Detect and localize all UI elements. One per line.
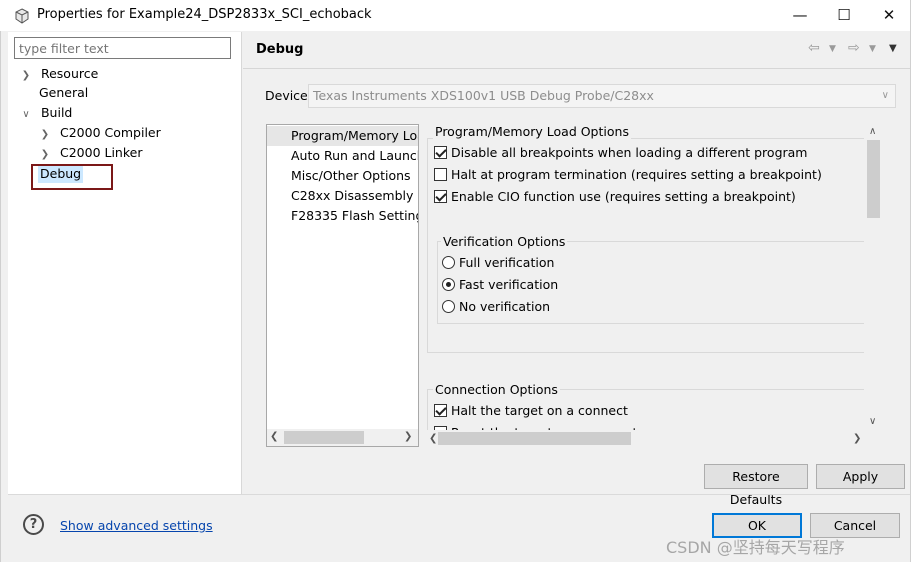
device-label: Device (265, 88, 308, 103)
help-icon[interactable]: ? (23, 514, 44, 535)
radio-off-icon[interactable] (442, 300, 455, 313)
minimize-button[interactable]: — (786, 4, 814, 26)
list-item-disassembly[interactable]: C28xx Disassembly Style (267, 186, 418, 206)
list-item-flash-settings[interactable]: F28335 Flash Settings (267, 206, 418, 226)
page-title: Debug (256, 42, 304, 57)
group-border (437, 323, 864, 324)
vertical-scroll-thumb[interactable] (867, 140, 880, 218)
scroll-left-icon[interactable]: ❮ (270, 431, 278, 442)
radio-full-verification[interactable]: Full verification (442, 254, 554, 272)
chevron-right-icon[interactable]: ❯ (39, 145, 51, 165)
header-divider (243, 68, 910, 69)
back-menu-icon[interactable]: ▼ (829, 44, 836, 54)
radio-off-icon[interactable] (442, 256, 455, 269)
device-value: Texas Instruments XDS100v1 USB Debug Pro… (313, 88, 654, 103)
chevron-down-icon[interactable]: ∨ (882, 85, 889, 107)
forward-arrow-icon[interactable]: ⇨ (848, 40, 860, 56)
list-item-misc[interactable]: Misc/Other Options (267, 166, 418, 186)
watermark-text: CSDN @坚持每天写程序 (666, 538, 845, 557)
radio-fast-verification[interactable]: Fast verification (442, 276, 558, 294)
restore-defaults-button[interactable]: Restore Defaults (704, 464, 808, 507)
tree-item-label: Build (40, 105, 73, 120)
radio-on-icon[interactable] (442, 278, 455, 291)
device-dropdown[interactable]: Texas Instruments XDS100v1 USB Debug Pro… (308, 84, 896, 108)
checkbox-halt-on-connect[interactable]: Halt the target on a connect (434, 402, 628, 420)
group-border (437, 241, 438, 323)
app-icon (15, 8, 29, 24)
list-scroll-thumb[interactable] (284, 431, 364, 444)
options-detail-panel: Program/Memory Load Options Disable all … (427, 124, 882, 447)
chevron-down-icon[interactable]: ∨ (20, 105, 32, 125)
checkbox-checked-icon[interactable] (434, 146, 447, 159)
options-category-list[interactable]: Program/Memory Load Options Auto Run and… (266, 124, 419, 447)
radio-label: No verification (459, 299, 551, 314)
window-title: Properties for Example24_DSP2833x_SCI_ec… (37, 7, 372, 22)
annotation-highlight-box (31, 164, 113, 190)
forward-menu-icon[interactable]: ▼ (869, 44, 876, 54)
tree-item-label: Resource (40, 66, 99, 81)
group-border (427, 352, 864, 353)
group-border (427, 138, 428, 352)
tree-item-label: C2000 Compiler (59, 125, 161, 140)
chevron-right-icon[interactable]: ❯ (20, 66, 32, 86)
checkbox-label: Enable CIO function use (requires settin… (451, 189, 796, 204)
back-arrow-icon[interactable]: ⇦ (808, 40, 820, 56)
group-title-connection: Connection Options (433, 382, 560, 397)
show-advanced-settings-link[interactable]: Show advanced settings (60, 518, 213, 533)
tree-item-label: C2000 Linker (59, 145, 143, 160)
radio-label: Fast verification (459, 277, 559, 292)
group-title-verification: Verification Options (441, 234, 568, 249)
radio-label: Full verification (459, 255, 555, 270)
footer-divider (8, 494, 910, 495)
scroll-right-icon[interactable]: ❯ (404, 431, 412, 442)
view-menu-icon[interactable]: ▼ (889, 43, 897, 54)
tree-item-c2000-compiler[interactable]: ❯ C2000 Compiler (39, 123, 161, 143)
checkbox-label: Halt the target on a connect (451, 403, 628, 418)
scroll-down-icon[interactable]: ∨ (869, 416, 876, 427)
group-title-load: Program/Memory Load Options (433, 124, 631, 139)
tree-item-general[interactable]: General (39, 83, 88, 103)
list-item-auto-run[interactable]: Auto Run and Launch Options (267, 146, 418, 166)
background-window-edge (910, 0, 920, 562)
maximize-button[interactable]: ☐ (830, 4, 858, 26)
checkbox-checked-icon[interactable] (434, 190, 447, 203)
tree-item-build[interactable]: ∨ Build (20, 103, 72, 123)
filter-input[interactable] (14, 37, 231, 59)
horizontal-scroll-thumb[interactable] (438, 432, 631, 445)
close-button[interactable]: ✕ (875, 4, 903, 26)
checkbox-label: Disable all breakpoints when loading a d… (451, 145, 808, 160)
tree-item-c2000-linker[interactable]: ❯ C2000 Linker (39, 143, 143, 165)
tree-item-label: General (39, 85, 89, 100)
chevron-right-icon[interactable]: ❯ (39, 125, 51, 145)
checkbox-halt-termination[interactable]: Halt at program termination (requires se… (434, 166, 822, 184)
tree-item-resource[interactable]: ❯ Resource (20, 64, 99, 86)
scroll-right-icon[interactable]: ❯ (853, 433, 861, 444)
radio-no-verification[interactable]: No verification (442, 298, 550, 316)
scroll-up-icon[interactable]: ∧ (869, 126, 876, 137)
checkbox-label: Halt at program termination (requires se… (451, 167, 822, 182)
checkbox-enable-cio[interactable]: Enable CIO function use (requires settin… (434, 188, 796, 206)
apply-button[interactable]: Apply (816, 464, 905, 489)
checkbox-checked-icon[interactable] (434, 404, 447, 417)
list-item-load-options[interactable]: Program/Memory Load Options (267, 126, 418, 146)
scroll-left-icon[interactable]: ❮ (429, 433, 437, 444)
checkbox-unchecked-icon[interactable] (434, 168, 447, 181)
checkbox-disable-breakpoints[interactable]: Disable all breakpoints when loading a d… (434, 144, 807, 162)
